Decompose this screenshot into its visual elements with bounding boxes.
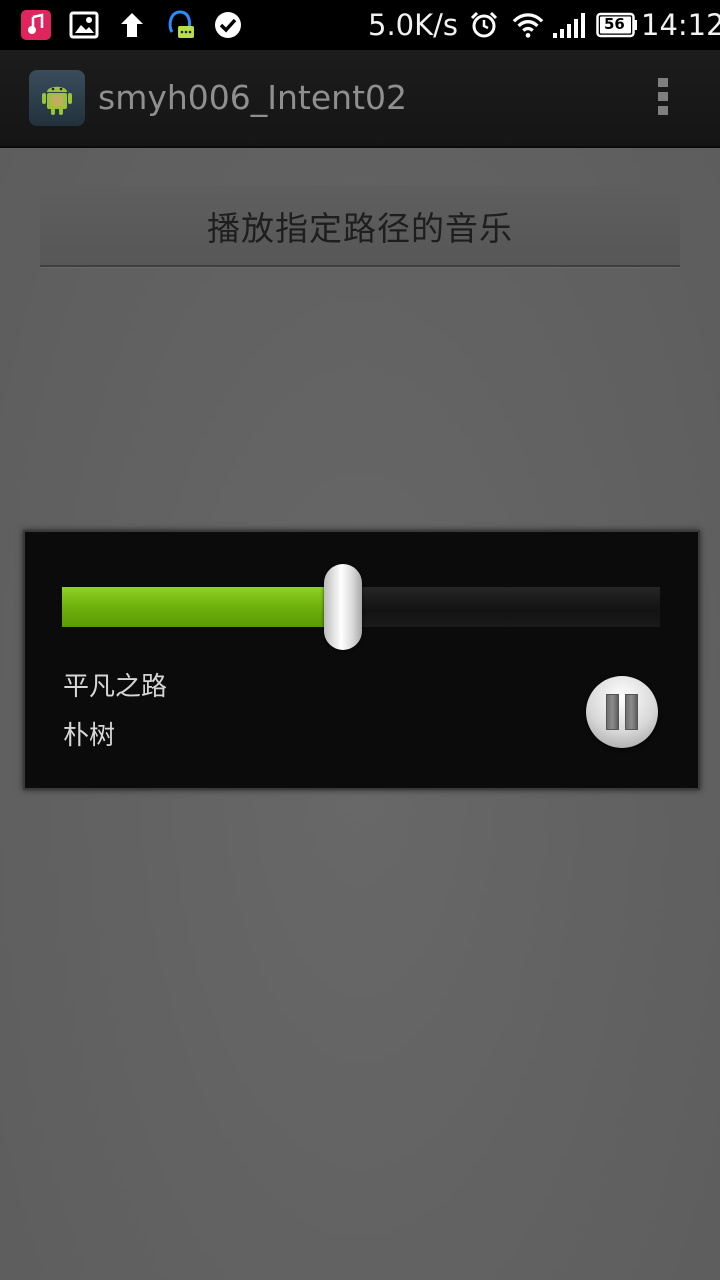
pause-button[interactable]	[586, 676, 658, 748]
song-title: 平凡之路	[63, 672, 168, 702]
status-bar: 5.0K/s 56 14:12	[0, 0, 720, 50]
qq-message-icon	[164, 9, 196, 41]
signal-icon	[550, 9, 588, 41]
seek-bar[interactable]	[62, 564, 660, 650]
alarm-icon	[468, 9, 500, 41]
upload-arrow-icon	[116, 9, 148, 41]
check-circle-icon	[212, 9, 244, 41]
android-app-icon[interactable]	[29, 70, 85, 126]
battery-icon: 56	[596, 9, 638, 41]
app-title: smyh006_Intent02	[98, 78, 408, 117]
seek-bar-progress	[62, 587, 343, 627]
pause-icon-bar	[625, 694, 638, 730]
battery-level: 56	[604, 15, 625, 33]
image-notification-icon	[68, 9, 100, 41]
clock: 14:12	[641, 8, 720, 42]
net-speed: 5.0K/s	[368, 8, 459, 42]
overflow-menu-icon[interactable]	[656, 78, 670, 118]
pause-icon	[606, 694, 619, 730]
music-player-panel: 平凡之路 朴树	[23, 530, 700, 790]
song-artist: 朴树	[63, 721, 116, 751]
wifi-icon	[512, 9, 544, 41]
music-notification-icon	[20, 9, 52, 41]
action-bar: smyh006_Intent02	[0, 50, 720, 148]
play-music-button[interactable]: 播放指定路径的音乐	[40, 186, 680, 267]
seek-bar-thumb[interactable]	[324, 564, 362, 650]
